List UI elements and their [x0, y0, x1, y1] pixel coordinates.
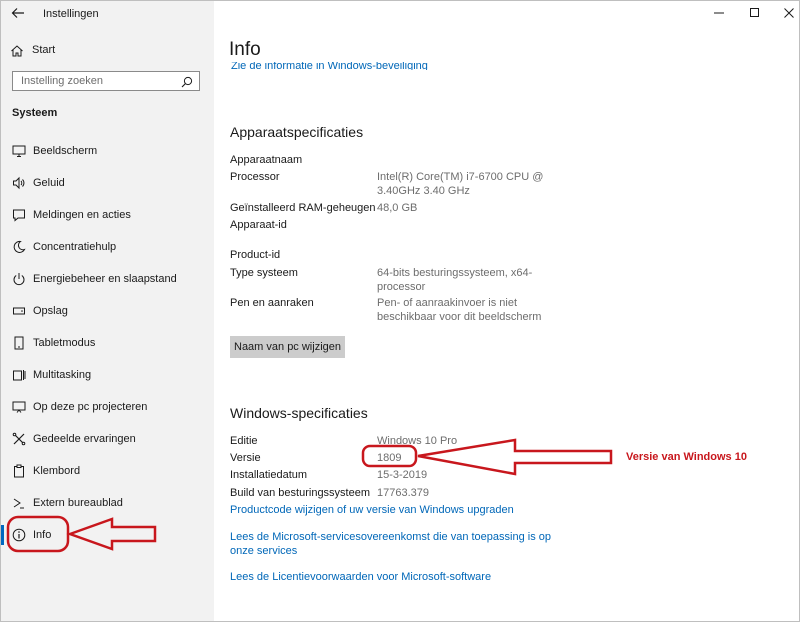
sidebar-item-label: Energiebeheer en slaapstand: [33, 273, 177, 285]
sidebar-item-label: Geluid: [33, 177, 65, 189]
spec-value-line: beschikbaar voor dit beeldscherm: [377, 311, 542, 323]
spec-label: Type systeem: [230, 267, 298, 279]
spec-label: Processor: [230, 171, 280, 183]
multitasking-icon: [12, 368, 26, 382]
sidebar-item-projecteren[interactable]: Op deze pc projecteren: [1, 394, 214, 420]
tablet-icon: [12, 336, 26, 350]
notification-icon: [12, 208, 26, 222]
spec-value: 15-3-2019: [377, 469, 428, 481]
spec-value: Intel(R) Core(TM) i7-6700 CPU @ 3.40GHz …: [377, 170, 543, 198]
services-agreement-link[interactable]: Lees de Microsoft-servicesovereenkomst d…: [230, 530, 551, 558]
info-icon: [12, 528, 26, 542]
spec-value: Pen- of aanraakinvoer is niet beschikbaa…: [377, 296, 541, 324]
search-input[interactable]: [19, 74, 173, 88]
sidebar-item-klembord[interactable]: Klembord: [1, 458, 214, 484]
sidebar: Instellingen Start Systeem Beeldscherm: [1, 1, 214, 621]
sidebar-item-meldingen[interactable]: Meldingen en acties: [1, 202, 214, 228]
sidebar-item-gedeelde-ervaringen[interactable]: Gedeelde ervaringen: [1, 426, 214, 452]
speaker-icon: [12, 176, 26, 190]
annotation-label: Versie van Windows 10: [626, 451, 747, 463]
monitor-icon: [12, 144, 26, 158]
spec-label: Pen en aanraken: [230, 297, 314, 309]
spec-value-line: 3.40GHz 3.40 GHz: [377, 185, 470, 197]
close-icon[interactable]: [782, 6, 796, 20]
remote-desktop-icon: [12, 496, 26, 510]
title-bar: Instellingen: [1, 1, 214, 27]
spec-label: Versie: [230, 452, 261, 464]
project-icon: [12, 400, 26, 414]
sidebar-item-info[interactable]: Info: [1, 522, 214, 548]
spec-value: 48,0 GB: [377, 202, 418, 214]
spec-label: Geïnstalleerd RAM-geheugen: [230, 202, 376, 214]
sidebar-item-label: Tabletmodus: [33, 337, 96, 349]
sidebar-item-geluid[interactable]: Geluid: [1, 170, 214, 196]
sidebar-item-label: Opslag: [33, 305, 68, 317]
sidebar-item-label: Info: [33, 529, 52, 541]
spec-label: Installatiedatum: [230, 469, 308, 481]
main-content: Info Zie de informatie in Windows-beveil…: [214, 1, 799, 621]
spec-value: 17763.379: [377, 487, 429, 499]
windows-specs-heading: Windows-specificaties: [230, 405, 368, 421]
sidebar-item-tabletmodus[interactable]: Tabletmodus: [1, 330, 214, 356]
sidebar-item-label: Gedeelde ervaringen: [33, 433, 136, 445]
search-box: [12, 71, 200, 91]
storage-icon: [12, 304, 26, 318]
product-key-link[interactable]: Productcode wijzigen of uw versie van Wi…: [230, 503, 514, 517]
spec-value: Windows 10 Pro: [377, 435, 458, 447]
sidebar-item-label: Beeldscherm: [33, 145, 98, 157]
spec-label: Apparaat-id: [230, 219, 287, 231]
link-line: Lees de Microsoft-servicesovereenkomst d…: [230, 531, 551, 543]
sidebar-item-opslag[interactable]: Opslag: [1, 298, 214, 324]
sidebar-item-label: Meldingen en acties: [33, 209, 131, 221]
sidebar-item-label: Start: [32, 44, 56, 56]
rename-pc-button[interactable]: Naam van pc wijzigen: [230, 336, 345, 358]
license-terms-link[interactable]: Lees de Licentievoorwaarden voor Microso…: [230, 570, 491, 584]
maximize-icon[interactable]: [748, 6, 762, 20]
spec-label: Editie: [230, 435, 258, 447]
sidebar-item-start[interactable]: Start: [10, 42, 200, 60]
sidebar-item-beeldscherm[interactable]: Beeldscherm: [1, 138, 214, 164]
sidebar-item-label: Concentratiehulp: [33, 241, 117, 253]
power-icon: [12, 272, 26, 286]
link-line: onze services: [230, 545, 298, 557]
sidebar-item-label: Klembord: [33, 465, 81, 477]
section-title: Systeem: [12, 107, 58, 119]
clipboard-icon: [12, 464, 26, 478]
spec-value-line: Intel(R) Core(TM) i7-6700 CPU @: [377, 171, 544, 183]
sidebar-item-label: Op deze pc projecteren: [33, 401, 148, 413]
security-link[interactable]: Zie de informatie in Windows-beveiliging: [231, 62, 428, 70]
spec-value-line: 64-bits besturingssysteem, x64-: [377, 267, 533, 279]
spec-value-line: processor: [377, 281, 426, 293]
home-icon: [10, 44, 24, 58]
page-title: Info: [229, 39, 261, 60]
window-title: Instellingen: [43, 8, 99, 20]
sidebar-item-label: Extern bureaublad: [33, 497, 123, 509]
settings-window: Instellingen Start Systeem Beeldscherm: [0, 0, 800, 622]
sidebar-item-multitasking[interactable]: Multitasking: [1, 362, 214, 388]
back-arrow-icon[interactable]: [10, 5, 26, 21]
shared-experiences-icon: [12, 432, 26, 446]
sidebar-item-energiebeheer[interactable]: Energiebeheer en slaapstand: [1, 266, 214, 292]
spec-value-line: Pen- of aanraakinvoer is niet: [377, 297, 518, 309]
spec-label: Build van besturingssysteem: [230, 487, 371, 499]
device-specs-heading: Apparaatspecificaties: [230, 124, 364, 140]
sidebar-item-concentratiehulp[interactable]: Concentratiehulp: [1, 234, 214, 260]
version-value: 1809: [377, 452, 402, 464]
sidebar-item-label: Multitasking: [33, 369, 92, 381]
spec-label: Apparaatnaam: [230, 154, 303, 166]
search-icon[interactable]: [181, 75, 193, 88]
sidebar-item-extern-bureaublad[interactable]: Extern bureaublad: [1, 490, 214, 516]
minimize-icon[interactable]: [712, 6, 726, 20]
moon-icon: [12, 240, 26, 254]
spec-label: Product-id: [230, 249, 281, 261]
spec-value: 64-bits besturingssysteem, x64- processo…: [377, 266, 532, 294]
